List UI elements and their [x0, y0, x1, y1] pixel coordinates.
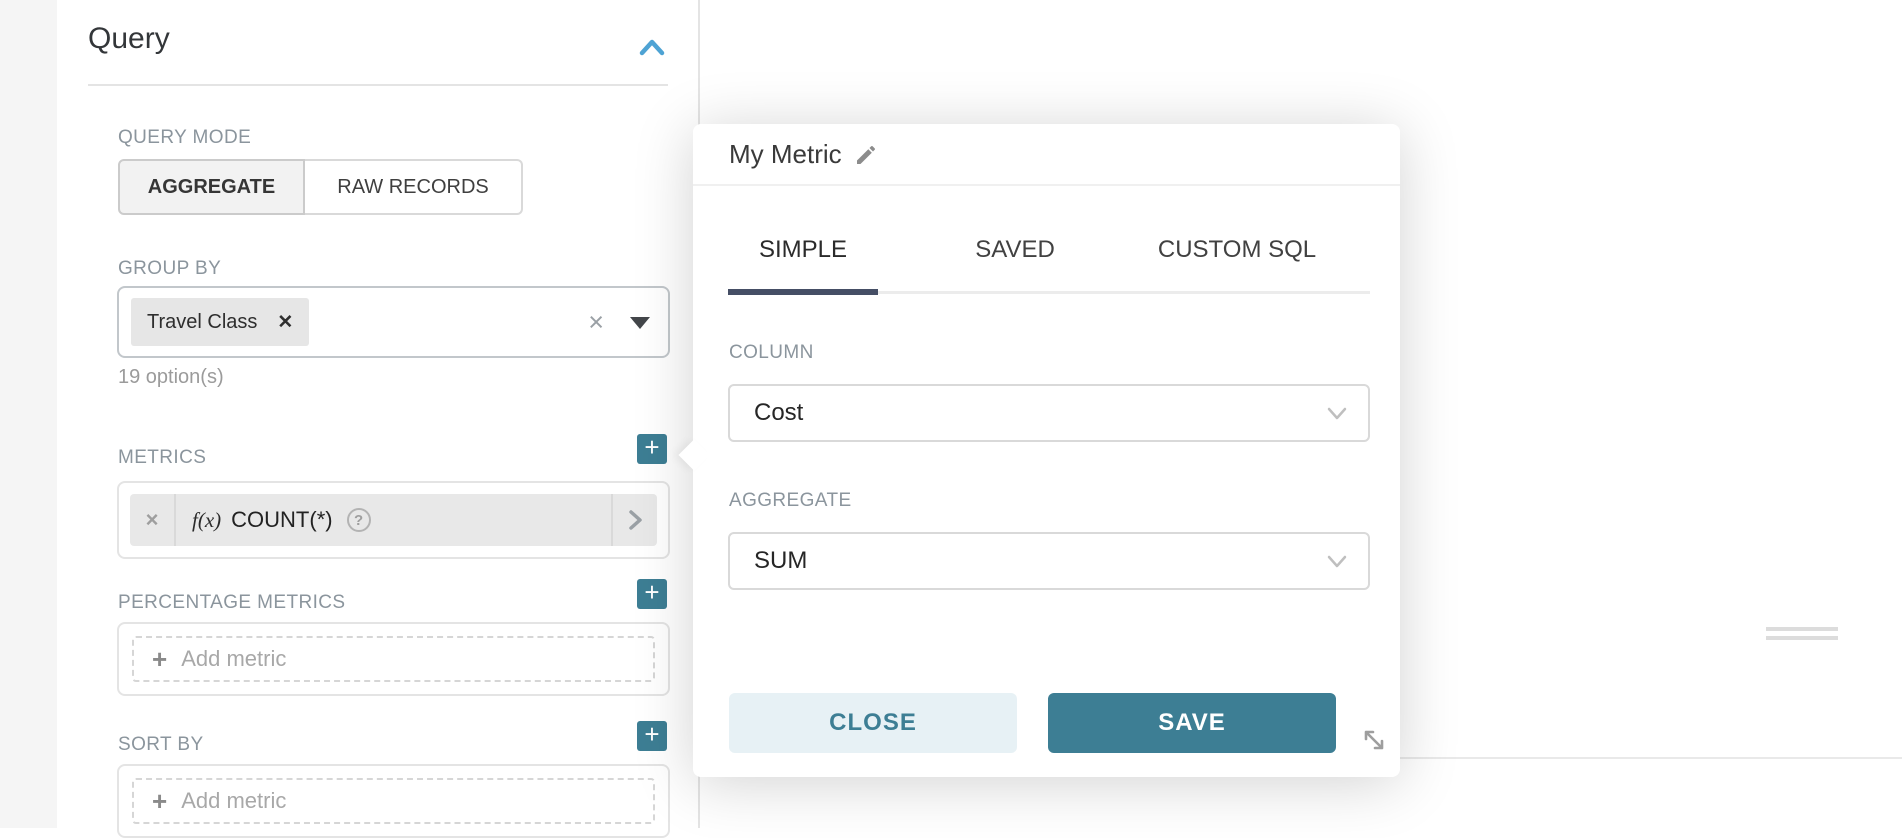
tab-custom-sql[interactable]: CUSTOM SQL: [1137, 236, 1337, 264]
plus-icon: +: [152, 644, 167, 675]
query-section-title: Query: [88, 22, 170, 56]
popover-title: My Metric: [729, 139, 842, 170]
chevron-down-icon: [1326, 406, 1348, 422]
chevron-right-icon: [624, 507, 646, 533]
query-mode-toggle: AGGREGATE RAW RECORDS: [118, 159, 523, 215]
group-by-label: GROUP BY: [118, 258, 221, 280]
aggregate-select-value: SUM: [754, 547, 807, 575]
tab-simple[interactable]: SIMPLE: [703, 236, 903, 264]
chevron-up-icon: [636, 34, 668, 62]
add-metric-button[interactable]: +: [637, 434, 667, 464]
add-percentage-metric-dropzone[interactable]: + Add metric: [132, 636, 655, 682]
metric-remove-icon[interactable]: ×: [130, 494, 176, 546]
edit-pencil-icon[interactable]: [854, 143, 878, 167]
popover-arrow: [678, 439, 709, 470]
add-sort-metric-dropzone[interactable]: + Add metric: [132, 778, 655, 824]
plus-icon: +: [152, 786, 167, 817]
metrics-label: METRICS: [118, 447, 206, 469]
active-tab-indicator: [728, 289, 878, 295]
section-rule: [88, 84, 668, 86]
help-icon[interactable]: ?: [347, 508, 371, 532]
close-button[interactable]: CLOSE: [729, 693, 1017, 753]
column-select[interactable]: Cost: [728, 384, 1370, 442]
add-metric-placeholder: Add metric: [181, 788, 286, 814]
column-label: COLUMN: [729, 342, 814, 364]
function-icon: f(x): [192, 508, 221, 533]
save-button[interactable]: SAVE: [1048, 693, 1336, 753]
chevron-down-icon: [1326, 554, 1348, 570]
percentage-metrics-container: + Add metric: [117, 622, 670, 696]
resize-icon[interactable]: [1360, 726, 1388, 754]
percentage-metrics-label: PERCENTAGE METRICS: [118, 592, 345, 614]
drag-handle[interactable]: [1766, 627, 1838, 640]
tab-saved[interactable]: SAVED: [915, 236, 1115, 264]
sort-by-container: + Add metric: [117, 764, 670, 838]
group-by-select[interactable]: Travel Class ✕ ×: [117, 286, 670, 358]
add-metric-placeholder: Add metric: [181, 646, 286, 672]
aggregate-select[interactable]: SUM: [728, 532, 1370, 590]
metric-pill[interactable]: × f(x) COUNT(*) ?: [130, 494, 657, 546]
sort-by-label: SORT BY: [118, 734, 204, 756]
metric-expand-button[interactable]: [611, 494, 657, 546]
clear-icon[interactable]: ×: [588, 308, 604, 336]
left-rail: [0, 0, 57, 828]
tag-remove-icon[interactable]: ✕: [277, 311, 293, 334]
popover-header: My Metric: [693, 124, 1400, 186]
query-mode-raw-records-button[interactable]: RAW RECORDS: [305, 159, 523, 215]
group-by-tag[interactable]: Travel Class ✕: [131, 298, 309, 346]
group-by-options-count: 19 option(s): [118, 366, 224, 389]
query-mode-aggregate-button[interactable]: AGGREGATE: [118, 159, 305, 215]
collapse-section-button[interactable]: [636, 34, 668, 62]
group-by-tag-label: Travel Class: [147, 311, 257, 334]
metrics-container: × f(x) COUNT(*) ?: [117, 481, 670, 559]
metric-name: COUNT(*): [231, 507, 332, 533]
metric-edit-popover: My Metric SIMPLE SAVED CUSTOM SQL COLUMN…: [693, 124, 1400, 777]
aggregate-label: AGGREGATE: [729, 490, 852, 512]
caret-down-icon[interactable]: [630, 317, 650, 329]
add-sort-metric-button[interactable]: +: [637, 721, 667, 751]
add-percentage-metric-button[interactable]: +: [637, 579, 667, 609]
query-mode-label: QUERY MODE: [118, 127, 251, 149]
column-select-value: Cost: [754, 399, 803, 427]
